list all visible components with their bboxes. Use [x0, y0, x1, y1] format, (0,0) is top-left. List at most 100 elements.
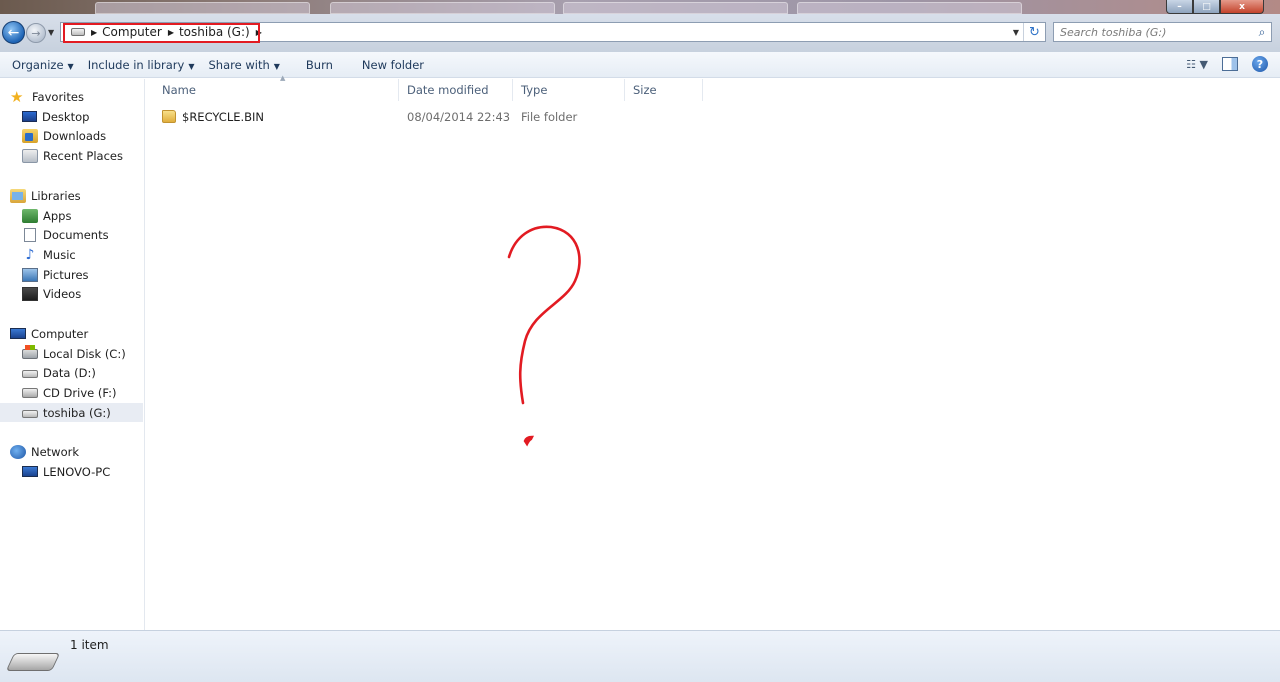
nav-item-label: Apps: [43, 208, 72, 223]
nav-favorites[interactable]: ★ Favorites: [10, 87, 84, 106]
new-folder-button[interactable]: New folder: [362, 58, 438, 72]
music-note-icon: ♪: [25, 246, 35, 263]
navigation-pane: ★ Favorites Desktop Downloads Recent Pla…: [0, 79, 145, 630]
nav-item-label: toshiba (G:): [43, 405, 111, 420]
pictures-icon: [22, 267, 38, 282]
nav-item-label: Local Disk (C:): [43, 346, 126, 361]
nav-item-local-disk-c[interactable]: Local Disk (C:): [22, 344, 126, 363]
breadcrumb-computer[interactable]: Computer: [102, 25, 162, 39]
network-icon: [10, 444, 26, 459]
drive-icon: [22, 410, 38, 418]
desktop-icon: [22, 111, 37, 122]
column-header-label: Name: [162, 83, 196, 97]
breadcrumb-arrow-icon[interactable]: ▶: [168, 28, 174, 37]
file-name: $RECYCLE.BIN: [182, 110, 265, 124]
column-header-label: Type: [521, 83, 548, 97]
nav-item-data-d[interactable]: Data (D:): [22, 363, 96, 382]
nav-item-label: Recent Places: [43, 148, 123, 163]
nav-libraries-label: Libraries: [31, 188, 81, 203]
maximize-button[interactable]: □: [1193, 0, 1220, 14]
back-button[interactable]: ←: [2, 21, 25, 44]
question-mark-curve: [507, 225, 581, 405]
help-icon[interactable]: ?: [1252, 56, 1268, 72]
background-browser-tab: [330, 2, 555, 14]
column-header-label: Date modified: [407, 83, 489, 97]
nav-item-label: Videos: [43, 286, 82, 301]
close-button[interactable]: x: [1220, 0, 1264, 14]
drive-icon: [71, 28, 85, 36]
nav-network[interactable]: Network: [10, 442, 79, 461]
share-with-menu[interactable]: Share with ▼: [209, 58, 294, 72]
window-top-strip: – □ x: [0, 0, 1280, 14]
details-status-bar: 1 item: [0, 630, 1280, 682]
command-toolbar: Organize ▼ Include in library ▼ Share with…: [0, 52, 1280, 78]
file-list-pane: Name ▲ Date modified Type Size $RECYCLE.…: [146, 74, 1280, 630]
chevron-down-icon: ▼: [188, 61, 195, 71]
nav-computer-label: Computer: [31, 326, 89, 341]
share-with-label: Share with: [208, 57, 270, 72]
column-header-size[interactable]: Size: [625, 79, 703, 101]
breadcrumb-toshiba-g[interactable]: toshiba (G:): [179, 25, 250, 39]
nav-item-videos[interactable]: Videos: [22, 284, 81, 303]
background-browser-tab: [563, 2, 788, 14]
include-in-library-menu[interactable]: Include in library ▼: [88, 58, 209, 72]
column-header-name[interactable]: Name ▲: [154, 74, 399, 101]
windows-disk-icon: [22, 344, 38, 359]
address-history-dropdown-icon[interactable]: ▼: [1009, 28, 1023, 37]
nav-item-pictures[interactable]: Pictures: [22, 265, 89, 284]
computer-icon: [22, 466, 38, 477]
preview-pane-icon[interactable]: [1222, 57, 1238, 71]
breadcrumb-arrow-icon[interactable]: ▶: [256, 28, 262, 37]
nav-item-documents[interactable]: Documents: [22, 225, 109, 244]
nav-item-apps[interactable]: Apps: [22, 206, 71, 225]
apps-icon: [22, 208, 38, 223]
nav-item-lenovo-pc[interactable]: LENOVO-PC: [22, 462, 110, 481]
nav-computer[interactable]: Computer: [10, 324, 88, 343]
breadcrumb-arrow-icon[interactable]: ▶: [91, 28, 97, 37]
nav-item-downloads[interactable]: Downloads: [22, 126, 106, 145]
nav-item-label: Data (D:): [43, 365, 96, 380]
nav-libraries[interactable]: Libraries: [10, 186, 81, 205]
address-bar[interactable]: ▶ Computer ▶ toshiba (G:) ▶ ▼ ↻: [60, 22, 1046, 42]
organize-menu[interactable]: Organize ▼: [0, 58, 88, 72]
nav-item-recent-places[interactable]: Recent Places: [22, 146, 123, 165]
burn-button[interactable]: Burn: [294, 58, 362, 72]
chevron-down-icon: ▼: [273, 61, 280, 71]
search-box: ⌕: [1053, 22, 1272, 42]
nav-item-label: CD Drive (F:): [43, 385, 117, 400]
nav-item-desktop[interactable]: Desktop: [22, 107, 89, 126]
sort-chevron-up-icon: ▲: [280, 74, 286, 82]
search-icon[interactable]: ⌕: [1253, 25, 1271, 40]
recent-places-icon: [22, 148, 38, 163]
organize-label: Organize: [12, 57, 64, 72]
background-browser-tab: [95, 2, 310, 14]
forward-button[interactable]: →: [26, 23, 46, 43]
nav-favorites-label: Favorites: [32, 89, 84, 104]
nav-item-toshiba-g[interactable]: toshiba (G:): [0, 403, 143, 422]
nav-item-music[interactable]: ♪ Music: [22, 245, 76, 264]
item-count: 1 item: [70, 638, 109, 652]
search-input[interactable]: [1054, 25, 1253, 39]
background-browser-tab: [797, 2, 1022, 14]
nav-item-label: Downloads: [43, 128, 107, 143]
nav-item-label: LENOVO-PC: [43, 464, 111, 479]
documents-icon: [24, 227, 36, 242]
nav-item-cd-drive-f[interactable]: CD Drive (F:): [22, 383, 116, 402]
column-header-label: Size: [633, 83, 657, 97]
window-controls: – □ x: [1166, 0, 1264, 14]
chevron-down-icon: ▼: [67, 61, 74, 71]
include-in-library-label: Include in library: [87, 57, 185, 72]
drive-icon: [22, 370, 38, 378]
question-mark-dot: [523, 435, 535, 447]
computer-icon: [10, 328, 26, 339]
file-row[interactable]: $RECYCLE.BIN 08/04/2014 22:43 File folde…: [146, 108, 846, 126]
column-header-type[interactable]: Type: [513, 79, 625, 101]
change-view-icon[interactable]: ☷ ▼: [1186, 58, 1208, 71]
libraries-icon: [10, 188, 26, 203]
column-header-date-modified[interactable]: Date modified: [399, 79, 513, 101]
refresh-button[interactable]: ↻: [1023, 23, 1045, 41]
recent-pages-dropdown-icon[interactable]: ▼: [48, 28, 54, 37]
minimize-button[interactable]: –: [1166, 0, 1193, 14]
nav-item-label: Music: [43, 247, 76, 262]
videos-icon: [22, 286, 38, 301]
